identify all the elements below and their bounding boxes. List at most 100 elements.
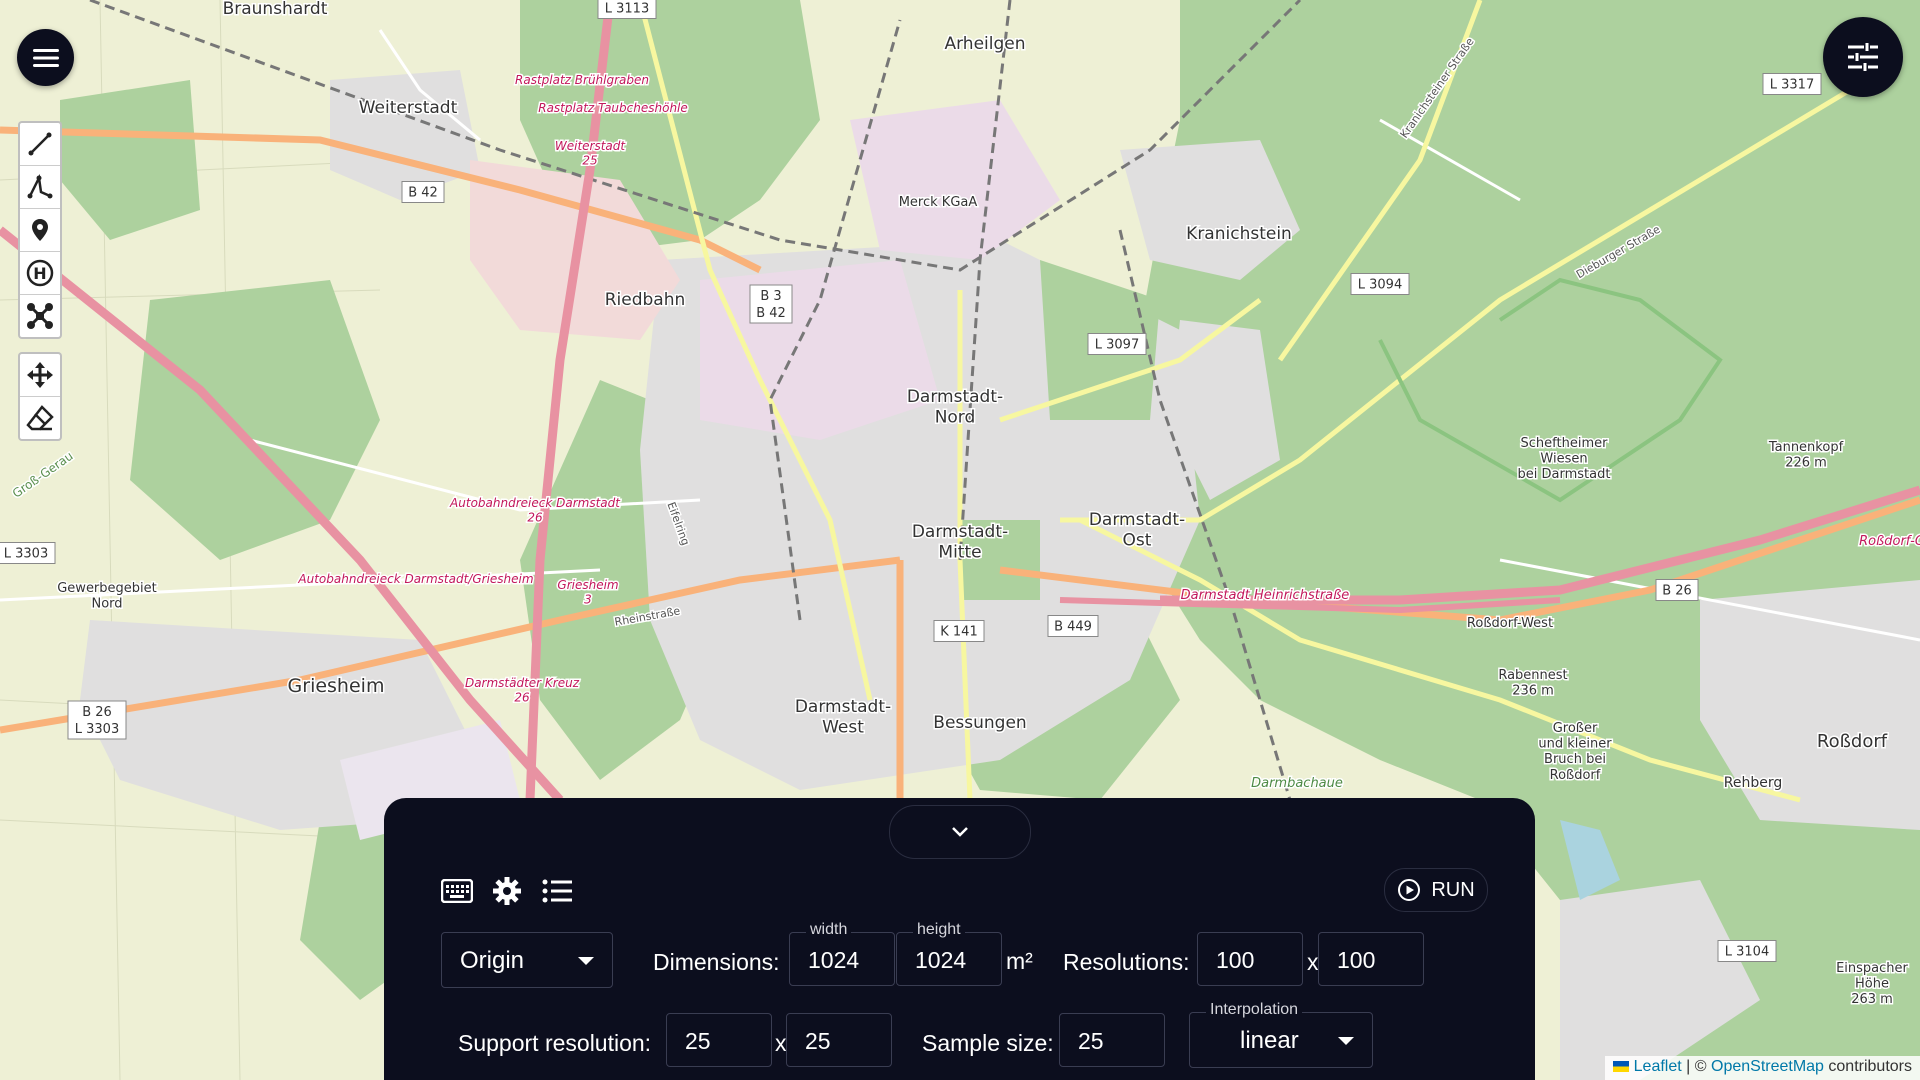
simulation-panel: RUN Origin Dimensions: width 1024 height… (384, 798, 1535, 1080)
gear-icon (493, 877, 521, 905)
move-button[interactable] (20, 354, 60, 397)
support-separator: x (775, 1030, 787, 1056)
exit-label: Roßdorf-Ost (1859, 534, 1920, 549)
road-ref-text: K 141 (940, 625, 977, 640)
resolution-separator: x (1307, 949, 1319, 975)
keyboard-icon (441, 879, 473, 903)
road-shield: B 26 (1655, 579, 1699, 601)
map-app: Braunshardt Weiterstadt Riedbahn Arheilgen M… (0, 0, 1920, 1080)
road-shield: L 3094 (1350, 273, 1410, 295)
exit-label: Rastplatz Taubcheshöhle (538, 101, 688, 115)
road-shield: L 3104 (1717, 940, 1777, 962)
osm-link[interactable]: OpenStreetMap (1711, 1058, 1824, 1075)
road-shield: L 3097 (1087, 333, 1147, 355)
resolution-x-field[interactable]: 100 (1197, 932, 1303, 986)
place-label: Weiterstadt (359, 98, 458, 118)
height-label: height (913, 921, 965, 939)
road-shield: B 3 B 42 (749, 284, 793, 324)
hamburger-icon (32, 48, 59, 67)
road-ref-text: B 26 (82, 705, 112, 720)
ukraine-flag-icon (1613, 1061, 1630, 1072)
place-label: Kranichstein (1186, 224, 1292, 244)
exit-label: Rastplatz Brühlgraben (515, 73, 649, 87)
road-ref-text: B 26 (1662, 584, 1692, 599)
map-settings-button[interactable] (1823, 17, 1903, 97)
interpolation-label: Interpolation (1206, 1001, 1303, 1019)
support-x-value: 25 (685, 1028, 711, 1054)
play-circle-icon (1398, 879, 1421, 901)
road-ref-text: L 3113 (605, 2, 649, 17)
run-label: RUN (1431, 878, 1475, 901)
area-unit: m² (1006, 948, 1033, 974)
draw-marker-button[interactable] (20, 209, 60, 252)
support-resolution-label: Support resolution: (458, 1030, 652, 1056)
sample-size-field[interactable]: 25 (1059, 1013, 1165, 1067)
origin-select[interactable]: Origin (441, 932, 613, 988)
polyline-tool-icon (27, 174, 53, 199)
origin-select-value: Origin (460, 947, 525, 974)
place-label: Darmbachaue (1251, 776, 1343, 791)
place-label: Riedbahn (605, 290, 686, 310)
width-label: width (806, 921, 852, 939)
place-label: Roßdorf-West (1467, 616, 1553, 631)
run-button[interactable]: RUN (1384, 868, 1488, 912)
width-field[interactable]: width 1024 (789, 921, 895, 986)
tune-sliders-icon (1848, 43, 1878, 71)
place-label: Arheilgen (944, 34, 1025, 54)
helipad-tool-icon: H (26, 259, 54, 287)
resolutions-label: Resolutions: (1063, 949, 1190, 975)
road-shield: B 26 L 3303 (67, 700, 127, 740)
place-label: Roßdorf (1817, 731, 1888, 752)
settings-tab-button[interactable] (490, 874, 524, 908)
road-shield: K 141 (933, 620, 985, 642)
leaflet-link[interactable]: Leaflet (1634, 1058, 1682, 1075)
road-ref-text: B 3 (760, 289, 781, 304)
draw-polyline-button[interactable] (20, 166, 60, 209)
place-label: Braunshardt (223, 0, 328, 19)
interpolation-select[interactable]: Interpolation linear (1189, 1001, 1373, 1068)
dimensions-label: Dimensions: (653, 949, 780, 975)
road-ref-text: B 42 (756, 306, 786, 321)
drone-tool-icon (27, 303, 53, 329)
edit-toolbar (18, 352, 62, 441)
svg-text:H: H (33, 264, 46, 283)
list-icon (542, 879, 572, 903)
draw-helipad-button[interactable]: H (20, 252, 60, 295)
support-y-value: 25 (805, 1028, 831, 1054)
menu-button[interactable] (17, 29, 74, 86)
road-ref-text: L 3317 (1770, 78, 1814, 93)
height-field[interactable]: height 1024 (896, 921, 1002, 986)
move-tool-icon (27, 362, 53, 388)
place-label: Rehberg (1724, 775, 1782, 791)
sample-size-label: Sample size: (922, 1030, 1054, 1056)
caret-down-icon (578, 957, 594, 965)
support-y-field[interactable]: 25 (786, 1013, 892, 1067)
map-attribution: Leaflet | © OpenStreetMap contributors (1605, 1056, 1920, 1080)
interpolation-value: linear (1240, 1027, 1299, 1054)
road-ref-text: L 3094 (1358, 278, 1402, 293)
line-tool-icon (28, 132, 52, 156)
road-ref-text: B 42 (408, 186, 438, 201)
place-label: Merck KGaA (899, 195, 978, 210)
draw-drone-button[interactable] (20, 295, 60, 337)
resolution-y-value: 100 (1337, 947, 1376, 973)
road-ref-text: L 3097 (1095, 338, 1139, 353)
resolution-y-field[interactable]: 100 (1318, 932, 1424, 986)
resolution-x-value: 100 (1216, 947, 1255, 973)
chevron-down-icon (952, 827, 968, 837)
draw-toolbar: H (18, 121, 62, 339)
exit-label: Darmstadt Heinrichstraße (1181, 588, 1350, 603)
attribution-contributors: contributors (1828, 1058, 1912, 1075)
caret-down-icon (1338, 1037, 1354, 1045)
attribution-separator: | © (1686, 1058, 1707, 1075)
road-ref-text: L 3104 (1725, 945, 1769, 960)
erase-button[interactable] (20, 397, 60, 439)
road-shield: L 3317 (1762, 73, 1822, 95)
place-label: Bessungen (933, 713, 1026, 733)
collapse-panel-button[interactable] (889, 805, 1031, 859)
list-tab-button[interactable] (540, 874, 574, 908)
height-value: 1024 (915, 947, 967, 973)
draw-line-button[interactable] (20, 123, 60, 166)
support-x-field[interactable]: 25 (666, 1013, 772, 1067)
keyboard-tab-button[interactable] (440, 874, 474, 908)
